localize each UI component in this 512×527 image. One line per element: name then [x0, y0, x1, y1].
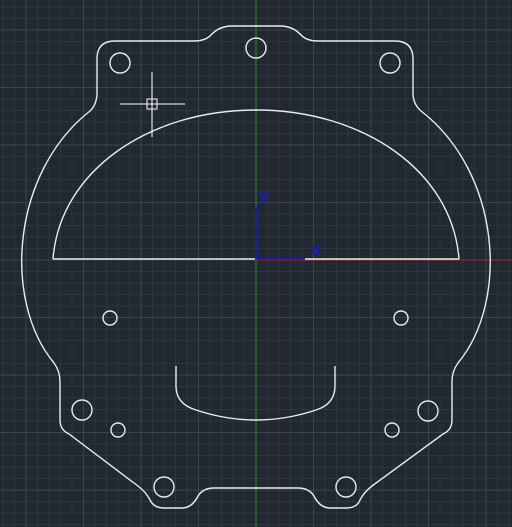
drawing-canvas[interactable]: Y X — [0, 0, 512, 527]
ucs-y-label: Y — [257, 189, 270, 207]
model-space-viewport[interactable]: Y X — [0, 0, 512, 527]
ucs-x-label: X — [310, 242, 322, 260]
